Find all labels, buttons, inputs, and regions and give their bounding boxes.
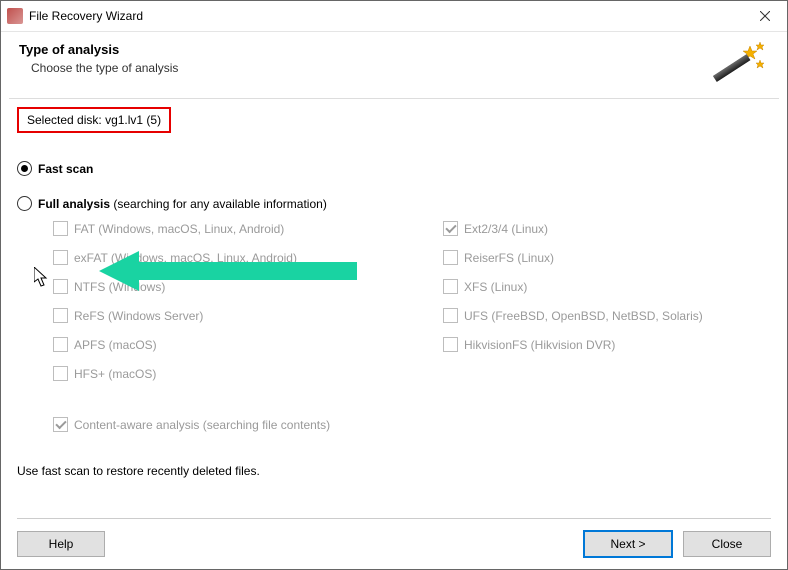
option-fast-scan[interactable]: Fast scan <box>17 161 771 176</box>
fs-label: HFS+ (macOS) <box>74 367 156 381</box>
fs-label: Ext2/3/4 (Linux) <box>464 222 548 236</box>
option-full-analysis[interactable]: Full analysis (searching for any availab… <box>17 196 771 211</box>
page-title: Type of analysis <box>19 42 713 57</box>
radio-fast-scan[interactable] <box>17 161 32 176</box>
checkbox-icon <box>53 308 68 323</box>
fs-label: XFS (Linux) <box>464 280 527 294</box>
filesystem-column-right: Ext2/3/4 (Linux) ReiserFS (Linux) XFS (L… <box>443 221 703 381</box>
checkbox-icon <box>53 337 68 352</box>
close-icon <box>760 11 770 21</box>
checkbox-icon <box>53 279 68 294</box>
fs-label: ReiserFS (Linux) <box>464 251 554 265</box>
checkbox-icon <box>53 250 68 265</box>
content-aware-option: Content-aware analysis (searching file c… <box>53 417 771 432</box>
checkbox-icon <box>443 308 458 323</box>
fs-label: NTFS (Windows) <box>74 280 165 294</box>
option-full-analysis-label-paren: (searching for any available information… <box>113 197 326 211</box>
fs-item-refs: ReFS (Windows Server) <box>53 308 443 323</box>
fs-item-ext: Ext2/3/4 (Linux) <box>443 221 703 236</box>
mouse-cursor-icon <box>34 267 50 287</box>
fs-item-exfat: exFAT (Windows, macOS, Linux, Android) <box>53 250 443 265</box>
fs-item-xfs: XFS (Linux) <box>443 279 703 294</box>
selected-disk-highlight: Selected disk: vg1.lv1 (5) <box>17 107 171 133</box>
fs-item-ufs: UFS (FreeBSD, OpenBSD, NetBSD, Solaris) <box>443 308 703 323</box>
checkbox-icon <box>53 221 68 236</box>
app-icon <box>7 8 23 24</box>
window-title: File Recovery Wizard <box>29 9 742 23</box>
option-full-analysis-label-main: Full analysis <box>38 197 110 211</box>
checkbox-icon <box>443 250 458 265</box>
fs-label: APFS (macOS) <box>74 338 157 352</box>
fs-item-reiserfs: ReiserFS (Linux) <box>443 250 703 265</box>
magic-wand-icon <box>713 42 765 84</box>
checkbox-icon <box>443 279 458 294</box>
option-fast-scan-label: Fast scan <box>38 162 93 176</box>
checkbox-icon <box>443 221 458 236</box>
content-aware-label: Content-aware analysis (searching file c… <box>74 418 330 432</box>
fs-label: ReFS (Windows Server) <box>74 309 203 323</box>
fs-label: UFS (FreeBSD, OpenBSD, NetBSD, Solaris) <box>464 309 703 323</box>
fs-item-apfs: APFS (macOS) <box>53 337 443 352</box>
selected-disk-label: Selected disk: <box>27 113 102 127</box>
checkbox-icon <box>53 417 68 432</box>
selected-disk-value: vg1.lv1 (5) <box>105 113 161 127</box>
checkbox-icon <box>443 337 458 352</box>
option-full-analysis-label: Full analysis (searching for any availab… <box>38 197 327 211</box>
fs-label: exFAT (Windows, macOS, Linux, Android) <box>74 251 297 265</box>
fs-label: FAT (Windows, macOS, Linux, Android) <box>74 222 284 236</box>
checkbox-icon <box>53 366 68 381</box>
window-close-button[interactable] <box>742 1 787 31</box>
help-button[interactable]: Help <box>17 531 105 557</box>
page-subtitle: Choose the type of analysis <box>31 61 713 75</box>
filesystem-column-left: FAT (Windows, macOS, Linux, Android) exF… <box>53 221 443 381</box>
wizard-footer: Help Next > Close <box>1 519 787 569</box>
fs-item-ntfs: NTFS (Windows) <box>53 279 443 294</box>
next-button[interactable]: Next > <box>583 530 673 558</box>
wizard-body: Selected disk: vg1.lv1 (5) Fast scan Ful… <box>1 99 787 518</box>
fs-item-hfsplus: HFS+ (macOS) <box>53 366 443 381</box>
fs-item-fat: FAT (Windows, macOS, Linux, Android) <box>53 221 443 236</box>
filesystem-options: FAT (Windows, macOS, Linux, Android) exF… <box>53 221 771 381</box>
title-bar: File Recovery Wizard <box>1 1 787 32</box>
fs-item-hikvisionfs: HikvisionFS (Hikvision DVR) <box>443 337 703 352</box>
wizard-window: File Recovery Wizard Type of analysis Ch… <box>0 0 788 570</box>
wizard-header: Type of analysis Choose the type of anal… <box>1 32 787 98</box>
radio-full-analysis[interactable] <box>17 196 32 211</box>
fs-label: HikvisionFS (Hikvision DVR) <box>464 338 615 352</box>
hint-text: Use fast scan to restore recently delete… <box>17 464 771 478</box>
close-button[interactable]: Close <box>683 531 771 557</box>
